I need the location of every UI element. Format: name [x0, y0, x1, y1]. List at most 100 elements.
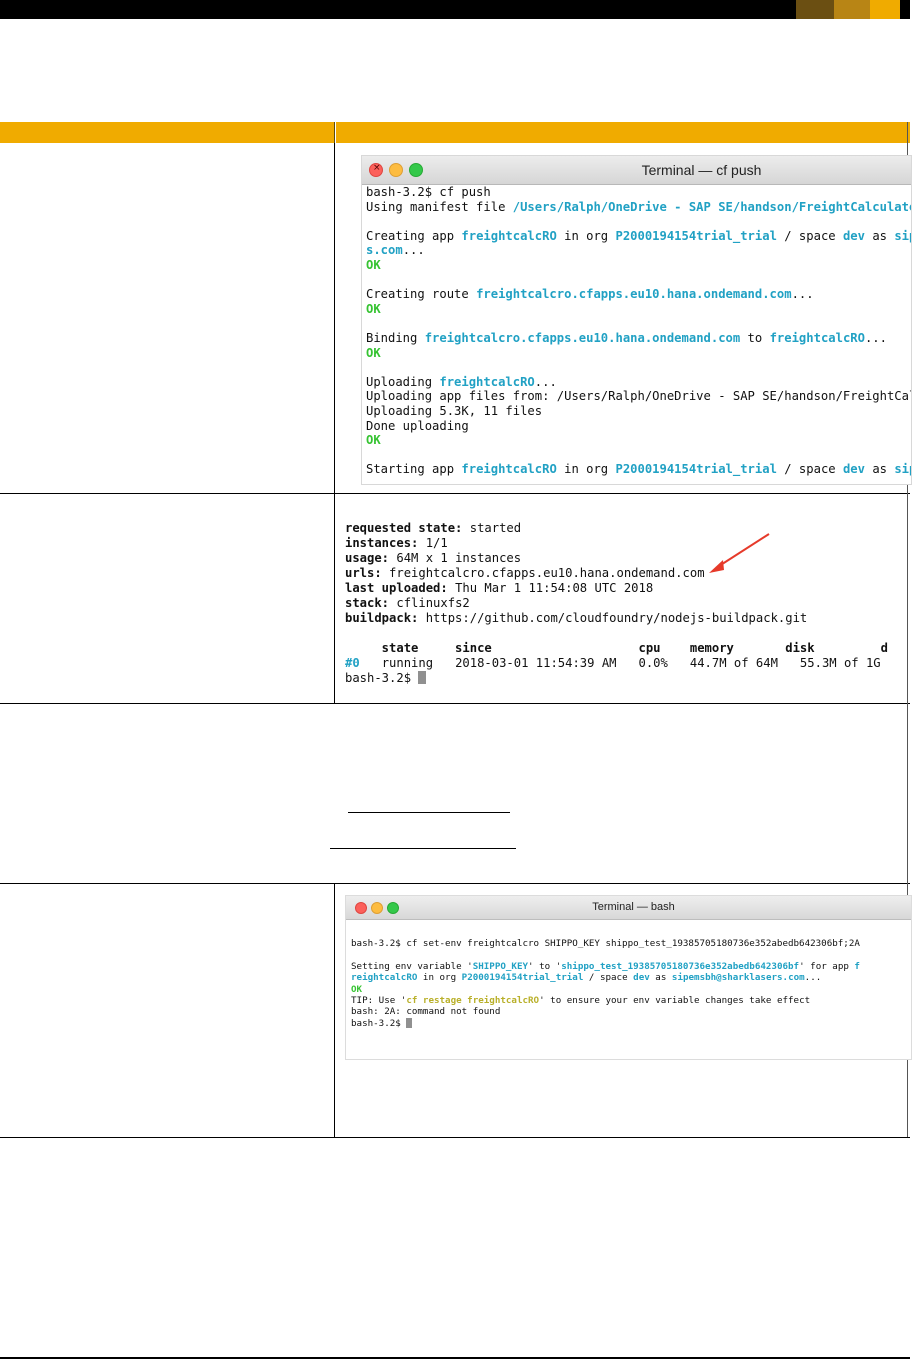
- terminal-output: bash-3.2$ cf set-env freightcalcro SHIPP…: [351, 938, 860, 1029]
- app-name: freightcalcRO: [439, 374, 535, 389]
- terminal-text: as: [649, 972, 672, 984]
- terminal-text: Binding: [366, 330, 425, 345]
- space-name: dev: [842, 228, 865, 243]
- user-name: sip: [894, 462, 911, 477]
- instance-row: running 2018-03-01 11:54:39 AM 0.0% 44.7…: [359, 656, 881, 670]
- terminal-text: Uploading: [366, 374, 440, 389]
- tip-command: cf restage freightcalcRO: [406, 995, 540, 1007]
- terminal-text: ' for app: [799, 960, 855, 972]
- column-divider-row2: [334, 493, 335, 703]
- terminal-text: TIP: Use ': [351, 995, 407, 1007]
- terminal-text: ...: [804, 972, 822, 984]
- annotation-arrow-icon: [709, 533, 770, 573]
- cursor-icon: [406, 1017, 413, 1028]
- footer-line: [0, 1357, 910, 1359]
- app-name: freightcalcRO: [461, 462, 557, 477]
- env-var-name: SHIPPO_KEY: [472, 960, 529, 972]
- status-value: 1/1: [418, 536, 448, 550]
- app-status-output: requested state: started instances: 1/1 …: [345, 521, 888, 686]
- terminal-text: as: [864, 228, 895, 243]
- link-underline-1: [348, 812, 510, 813]
- terminal-line: bash-3.2$ cf push: [366, 185, 491, 199]
- terminal-text: to: [740, 330, 770, 345]
- terminal-line: Done uploading: [366, 418, 469, 433]
- cursor-icon: [418, 671, 427, 684]
- space-name: dev: [842, 462, 865, 477]
- row-divider-1: [0, 493, 910, 494]
- table-header-right: [336, 122, 910, 143]
- terminal-titlebar: × Terminal — cf push: [362, 156, 911, 185]
- user-name: s.com: [366, 243, 403, 258]
- terminal-text: Setting env variable ': [351, 960, 473, 972]
- ok-status: OK: [366, 433, 381, 448]
- terminal-line: bash-3.2$ cf set-env freightcalcro SHIPP…: [351, 938, 860, 949]
- terminal-text: ...: [864, 330, 887, 345]
- instance-id: #0: [345, 656, 360, 670]
- user-name: sip: [894, 228, 911, 243]
- terminal-text: Creating app: [366, 228, 462, 243]
- top-bar: [0, 0, 910, 19]
- terminal-text: ' to ensure your env variable changes ta…: [539, 995, 811, 1007]
- status-value: Thu Mar 1 11:54:08 UTC 2018: [447, 581, 654, 595]
- terminal-output: bash-3.2$ cf push Using manifest file /U…: [366, 185, 912, 477]
- terminal-text: as: [864, 462, 895, 477]
- route-name: freightcalcro.cfapps.eu10.hana.ondemand.…: [424, 330, 741, 345]
- status-label: usage:: [345, 551, 390, 565]
- terminal-text: / space: [776, 462, 843, 477]
- status-value: started: [462, 521, 522, 535]
- terminal-text: in org: [556, 228, 616, 243]
- top-bar-block-mid: [834, 0, 870, 19]
- header-divider: [334, 122, 335, 143]
- status-label: instances:: [345, 536, 419, 550]
- terminal-text: / space: [583, 972, 634, 984]
- user-email: sipemsbh@sharklasers.com: [671, 972, 805, 984]
- top-bar-block-dark: [796, 0, 834, 19]
- terminal-text: ...: [402, 243, 425, 258]
- status-label: last uploaded:: [345, 581, 448, 595]
- table-header-left: [0, 122, 334, 143]
- terminal-titlebar: Terminal — bash: [346, 896, 911, 920]
- terminal-text: / space: [776, 228, 843, 243]
- terminal-window-bash: Terminal — bash bash-3.2$ cf set-env fre…: [345, 895, 912, 1060]
- row-divider-3: [0, 883, 910, 884]
- status-value: 64M x 1 instances: [389, 551, 522, 565]
- terminal-text: in org: [556, 462, 616, 477]
- terminal-line: bash: 2A: command not found: [351, 1006, 501, 1018]
- app-url-value: freightcalcro.cfapps.eu10.hana.ondemand.…: [381, 566, 705, 580]
- status-label: stack:: [345, 596, 390, 610]
- row-divider-4: [0, 1137, 910, 1138]
- terminal-line: Uploading app files from: /Users/Ralph/O…: [366, 389, 912, 404]
- org-name: P2000194154trial_trial: [615, 228, 777, 243]
- space-name: dev: [633, 972, 650, 984]
- terminal-text: Creating route: [366, 287, 477, 302]
- status-value: cflinuxfs2: [389, 596, 470, 610]
- terminal-text: ' to ': [528, 960, 562, 972]
- ok-status: OK: [351, 983, 363, 995]
- status-label: buildpack:: [345, 611, 419, 625]
- app-name: freightcalcRO: [769, 330, 865, 345]
- ok-status: OK: [366, 257, 381, 272]
- ok-status: OK: [366, 301, 381, 316]
- row-divider-2: [0, 703, 910, 704]
- terminal-text: Starting app: [366, 462, 462, 477]
- terminal-text: in org: [417, 972, 462, 984]
- status-value: https://github.com/cloudfoundry/nodejs-b…: [418, 611, 808, 625]
- app-name: reightcalcRO: [351, 972, 418, 984]
- route-name: freightcalcro.cfapps.eu10.hana.ondemand.…: [476, 287, 792, 302]
- column-divider-row1: [334, 143, 335, 493]
- top-bar-block-light: [870, 0, 900, 19]
- terminal-title: Terminal — bash: [592, 901, 675, 913]
- env-var-value: shippo_test_19385705180736e352abedb64230…: [561, 960, 800, 972]
- shell-prompt: bash-3.2$: [345, 671, 419, 685]
- terminal-text: ...: [534, 374, 557, 389]
- link-underline-2: [330, 848, 516, 849]
- status-label: requested state:: [345, 521, 463, 535]
- ok-status: OK: [366, 345, 381, 360]
- terminal-window-cf-push: × Terminal — cf push bash-3.2$ cf push U…: [361, 155, 912, 485]
- terminal-text: ...: [791, 287, 814, 302]
- terminal-title: Terminal — cf push: [641, 162, 762, 178]
- instance-table-header: state since cpu memory disk d: [345, 641, 888, 655]
- app-name: freightcalcRO: [461, 228, 557, 243]
- column-divider-row4: [334, 883, 335, 1137]
- status-label: urls:: [345, 566, 382, 580]
